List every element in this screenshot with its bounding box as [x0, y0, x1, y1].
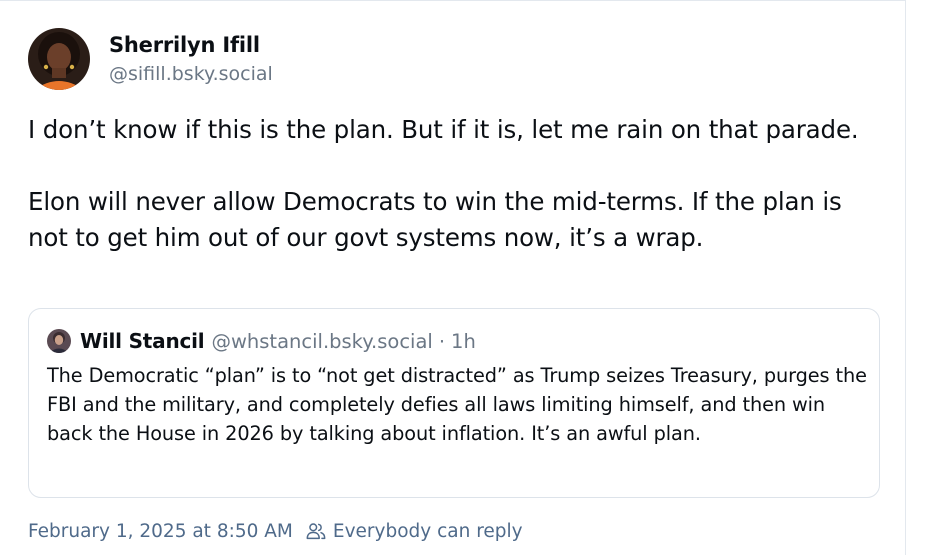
post-text: I don’t know if this is the plan. But if…	[28, 112, 888, 256]
avatar-photo-icon	[47, 329, 71, 353]
quoted-author-handle[interactable]: @whstancil.bsky.social	[211, 330, 432, 353]
post-header: Sherrilyn Ifill @sifill.bsky.social	[28, 28, 273, 90]
quoted-post-header: Will Stancil @whstancil.bsky.social · 1h	[47, 329, 476, 353]
quoted-author-avatar[interactable]	[47, 329, 71, 353]
author-display-name[interactable]: Sherrilyn Ifill	[109, 31, 273, 59]
author-avatar[interactable]	[28, 28, 90, 90]
reply-setting-label: Everybody can reply	[332, 520, 523, 542]
quoted-author-display-name[interactable]: Will Stancil	[80, 329, 205, 353]
post-footer: February 1, 2025 at 8:50 AM Everybody ca…	[28, 520, 523, 542]
post-timestamp[interactable]: February 1, 2025 at 8:50 AM	[28, 521, 293, 542]
reply-setting: Everybody can reply	[305, 520, 523, 542]
quoted-post-time[interactable]: 1h	[451, 330, 476, 353]
post-paragraph: Elon will never allow Democrats to win t…	[28, 187, 842, 252]
separator-dot: ·	[438, 329, 446, 353]
author-info: Sherrilyn Ifill @sifill.bsky.social	[109, 31, 273, 87]
author-handle[interactable]: @sifill.bsky.social	[109, 61, 273, 87]
post-paragraph: I don’t know if this is the plan. But if…	[28, 115, 859, 144]
quoted-post[interactable]: Will Stancil @whstancil.bsky.social · 1h…	[28, 308, 880, 498]
people-icon	[306, 523, 326, 540]
quoted-post-text: The Democratic “plan” is to “not get dis…	[47, 364, 867, 445]
avatar-photo-icon	[28, 28, 90, 90]
post-card: Sherrilyn Ifill @sifill.bsky.social I do…	[0, 0, 906, 555]
